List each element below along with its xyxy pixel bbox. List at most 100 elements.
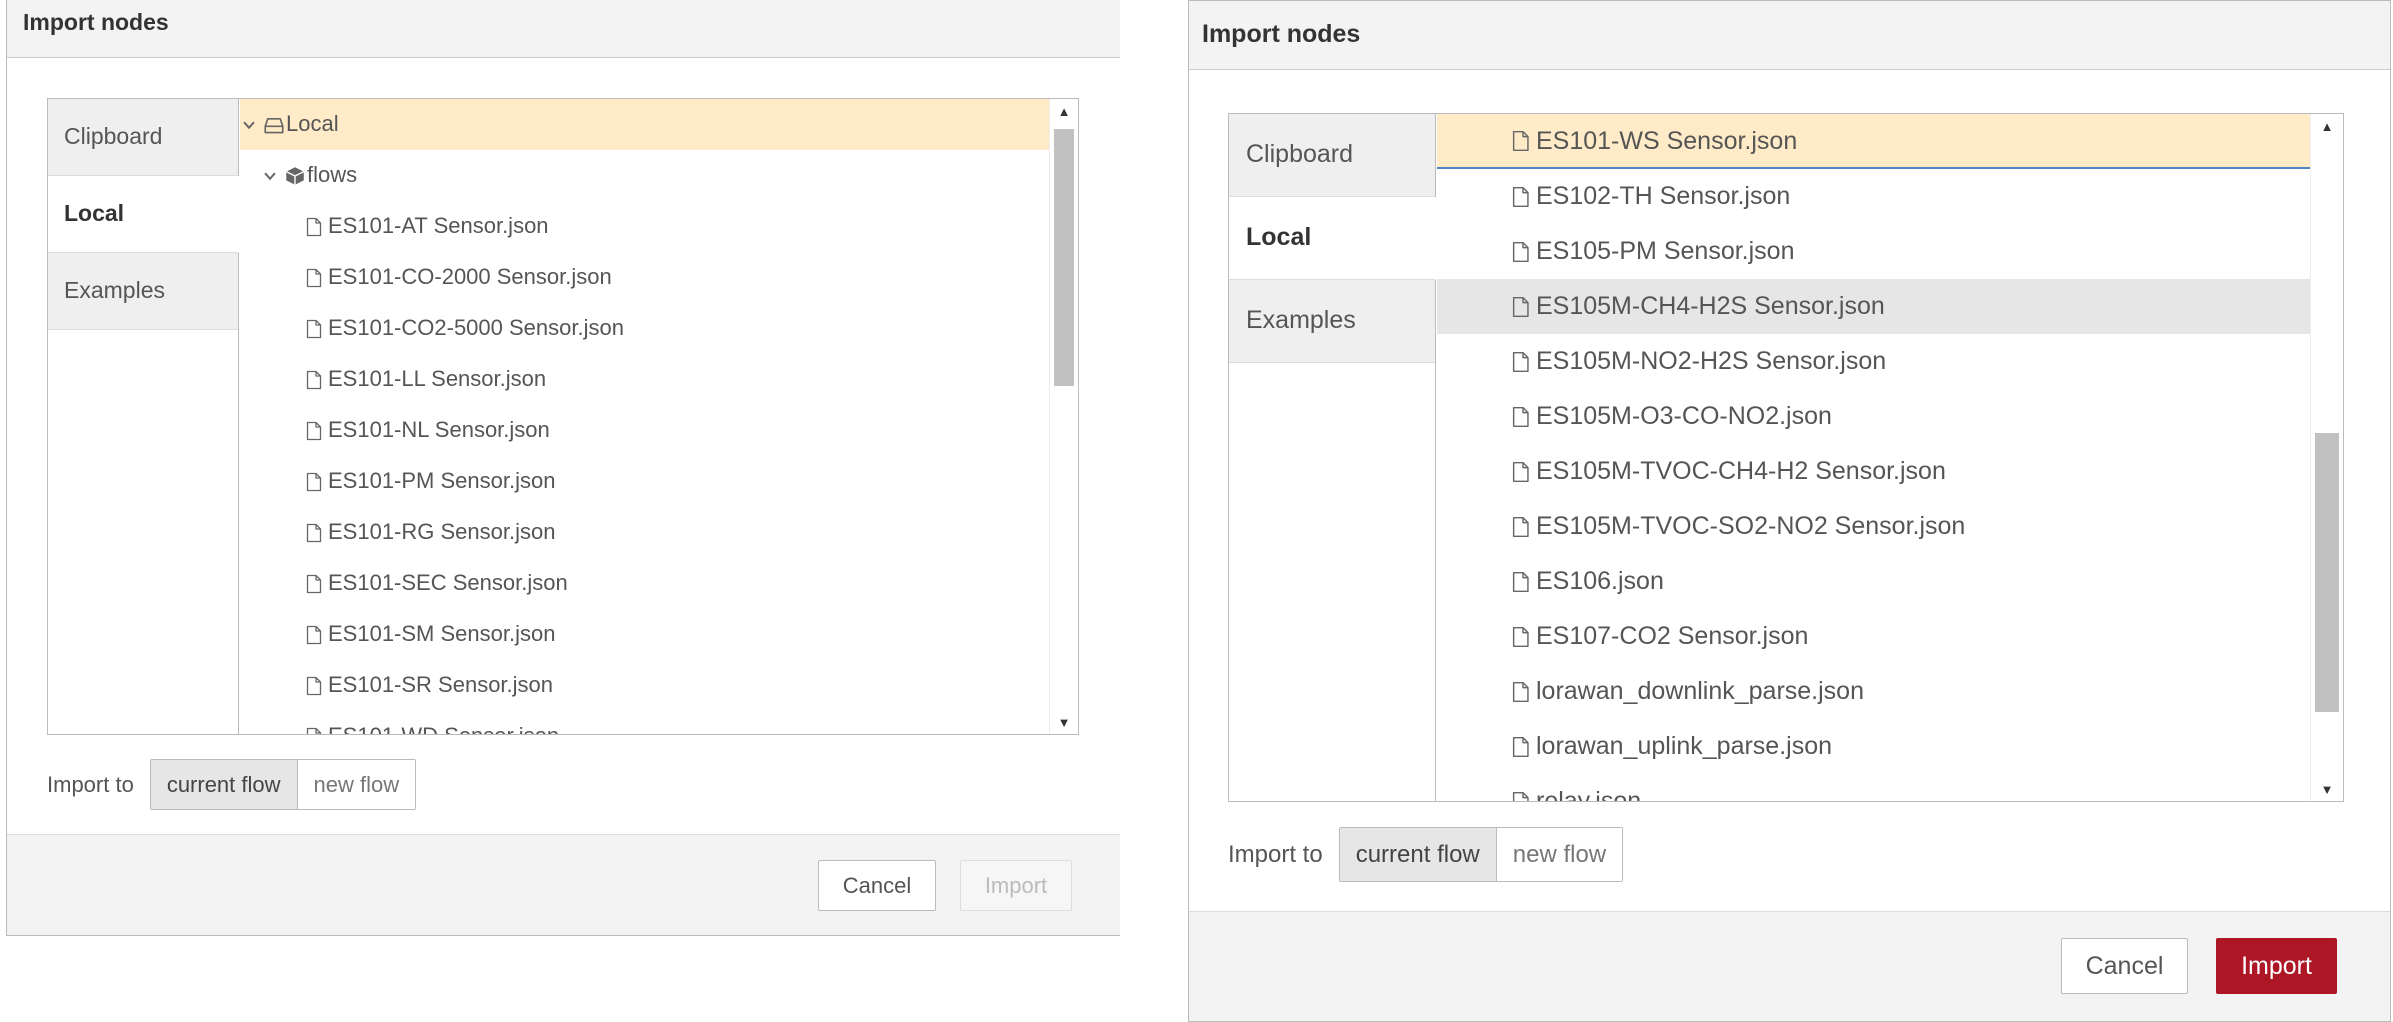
tree-file-item[interactable]: ES101-SEC Sensor.json (240, 558, 1049, 609)
import-target-toggle: current flow new flow (149, 759, 417, 810)
file-icon (1512, 389, 1530, 444)
tree-file-item[interactable]: ES101-NL Sensor.json (240, 405, 1049, 456)
file-icon (1512, 279, 1530, 334)
tree-item-label: ES105M-O3-CO-NO2.json (1536, 402, 1832, 430)
chevron-down-icon[interactable] (242, 99, 256, 150)
file-icon (306, 558, 322, 609)
scrollbar-thumb[interactable] (2315, 433, 2339, 712)
tree-scrollbar[interactable]: ▲ ▼ (2310, 114, 2343, 801)
tree-file-item[interactable]: ES105M-NO2-H2S Sensor.json (1437, 334, 2310, 389)
tree-item-label: ES101-CO2-5000 Sensor.json (328, 315, 624, 340)
tab-examples[interactable]: Examples (1229, 280, 1435, 363)
library-tree: ES101-WS Sensor.json ES102-TH Sensor.json… (1437, 114, 2310, 801)
tree-file-item[interactable]: ES101-RG Sensor.json (240, 507, 1049, 558)
import-button[interactable]: Import (2216, 938, 2337, 994)
tree-file-item[interactable]: ES105M-O3-CO-NO2.json (1437, 389, 2310, 444)
import-library-panel: Clipboard Local Examples Local flows ES101… (47, 98, 1079, 735)
current-flow-button[interactable]: current flow (150, 760, 298, 809)
tree-file-item[interactable]: ES101-LL Sensor.json (240, 354, 1049, 405)
file-icon (306, 609, 322, 660)
scroll-up-arrow-icon[interactable]: ▲ (1050, 99, 1078, 123)
tree-file-item[interactable]: ES101-WD Sensor.json (240, 711, 1049, 734)
file-icon (1512, 719, 1530, 774)
chevron-down-icon[interactable] (263, 150, 277, 201)
tab-examples[interactable]: Examples (48, 253, 238, 330)
file-icon (306, 711, 322, 734)
tree-item-label: ES101-PM Sensor.json (328, 468, 556, 493)
tree-file-item[interactable]: ES101-AT Sensor.json (240, 201, 1049, 252)
scroll-down-arrow-icon[interactable]: ▼ (1050, 710, 1078, 734)
tab-clipboard[interactable]: Clipboard (48, 99, 238, 176)
scrollbar-thumb[interactable] (1054, 129, 1074, 386)
tree-file-item[interactable]: ES105M-TVOC-SO2-NO2 Sensor.json (1437, 499, 2310, 554)
tree-item-label: ES105M-CH4-H2S Sensor.json (1536, 292, 1885, 320)
tree-item-label: ES101-CO-2000 Sensor.json (328, 264, 612, 289)
file-icon (1512, 114, 1530, 167)
drive-icon (264, 99, 284, 150)
tree-file-item[interactable]: ES105-PM Sensor.json (1437, 224, 2310, 279)
tree-file-item[interactable]: lorawan_downlink_parse.json (1437, 664, 2310, 719)
tree-item-label: ES102-TH Sensor.json (1536, 182, 1791, 210)
file-icon (1512, 169, 1530, 224)
tree-item-label: lorawan_uplink_parse.json (1536, 732, 1833, 760)
import-target-toggle: current flow new flow (1338, 827, 1624, 882)
tree-item-label: ES106.json (1536, 567, 1664, 595)
import-to-control: Import to current flow new flow (47, 759, 417, 810)
tree-item-label: ES101-SR Sensor.json (328, 672, 554, 697)
tree-item-label: ES107-CO2 Sensor.json (1536, 622, 1809, 650)
library-tabs: Clipboard Local Examples (1229, 114, 1436, 801)
file-icon (1512, 554, 1530, 609)
file-icon (1512, 499, 1530, 554)
tree-file-item[interactable]: ES101-PM Sensor.json (240, 456, 1049, 507)
file-icon (306, 252, 322, 303)
tree-item-label: ES105M-NO2-H2S Sensor.json (1536, 347, 1887, 375)
import-to-label: Import to (47, 771, 134, 797)
file-icon (306, 456, 322, 507)
tree-item-label: ES105M-TVOC-SO2-NO2 Sensor.json (1536, 512, 1966, 540)
tree-item-label: flows (307, 162, 358, 187)
tree-file-item[interactable]: ES101-WS Sensor.json (1437, 114, 2310, 169)
current-flow-button[interactable]: current flow (1339, 828, 1497, 881)
file-icon (1512, 774, 1530, 801)
import-button-disabled[interactable]: Import (960, 860, 1072, 911)
tree-item-label: ES101-AT Sensor.json (328, 213, 549, 238)
file-icon (306, 405, 322, 456)
tree-file-item[interactable]: ES105M-CH4-H2S Sensor.json (1437, 279, 2310, 334)
tree-item-label: lorawan_downlink_parse.json (1536, 677, 1864, 705)
tree-folder-item[interactable]: flows (240, 150, 1049, 201)
file-icon (306, 660, 322, 711)
file-icon (306, 303, 322, 354)
tree-file-item[interactable]: ES101-CO2-5000 Sensor.json (240, 303, 1049, 354)
new-flow-button[interactable]: new flow (1496, 828, 1623, 881)
tree-file-item[interactable]: ES102-TH Sensor.json (1437, 169, 2310, 224)
scroll-down-arrow-icon[interactable]: ▼ (2311, 777, 2343, 801)
tree-item-label: ES101-NL Sensor.json (328, 417, 550, 442)
tree-file-item[interactable]: ES107-CO2 Sensor.json (1437, 609, 2310, 664)
tree-file-item[interactable]: lorawan_uplink_parse.json (1437, 719, 2310, 774)
cancel-button[interactable]: Cancel (818, 860, 936, 911)
tree-file-item[interactable]: relay.json (1437, 774, 2310, 801)
file-icon (306, 507, 322, 558)
cube-icon (285, 150, 305, 201)
tree-file-item[interactable]: ES101-SM Sensor.json (240, 609, 1049, 660)
tab-local[interactable]: Local (48, 176, 239, 253)
tree-file-item[interactable]: ES101-CO-2000 Sensor.json (240, 252, 1049, 303)
import-nodes-dialog-right: Import nodes Clipboard Local Examples ES… (1188, 0, 2391, 1022)
tree-file-item[interactable]: ES106.json (1437, 554, 2310, 609)
file-icon (1512, 664, 1530, 719)
tab-clipboard[interactable]: Clipboard (1229, 114, 1435, 197)
new-flow-button[interactable]: new flow (297, 760, 416, 809)
tab-local[interactable]: Local (1229, 197, 1436, 280)
tree-scrollbar[interactable]: ▲ ▼ (1049, 99, 1078, 734)
tree-file-item[interactable]: ES105M-TVOC-CH4-H2 Sensor.json (1437, 444, 2310, 499)
library-tree: Local flows ES101-AT Sensor.json ES101-CO-2… (240, 99, 1049, 734)
file-icon (306, 201, 322, 252)
tree-item-label: ES101-WD Sensor.json (328, 711, 559, 734)
import-nodes-dialog-left: Import nodes Clipboard Local Examples Lo… (6, 0, 1120, 936)
dialog-footer: Cancel Import (7, 834, 1120, 935)
scroll-up-arrow-icon[interactable]: ▲ (2311, 114, 2343, 138)
file-icon (1512, 609, 1530, 664)
tree-library-item[interactable]: Local (240, 99, 1049, 150)
cancel-button[interactable]: Cancel (2061, 938, 2188, 994)
tree-file-item[interactable]: ES101-SR Sensor.json (240, 660, 1049, 711)
